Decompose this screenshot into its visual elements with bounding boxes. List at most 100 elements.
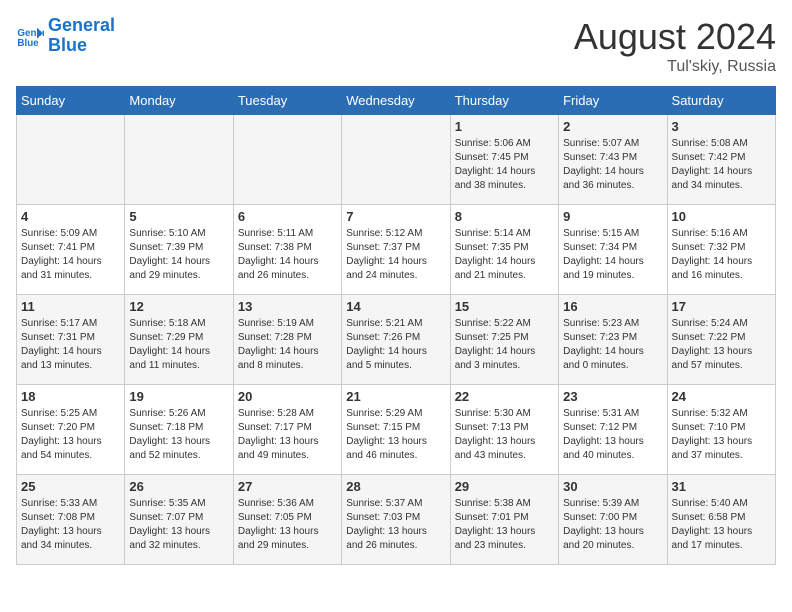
day-number: 2 <box>563 119 662 134</box>
day-cell: 2Sunrise: 5:07 AM Sunset: 7:43 PM Daylig… <box>559 115 667 205</box>
day-cell: 8 Sunrise: 5:14 AM Sunset: 7:35 PM Daylig… <box>450 205 558 295</box>
week-row-0: 1Sunrise: 5:06 AM Sunset: 7:45 PM Daylig… <box>17 115 776 205</box>
day-number: 11 <box>21 299 120 314</box>
svg-text:Blue: Blue <box>17 38 39 49</box>
day-cell: 26Sunrise: 5:35 AM Sunset: 7:07 PM Dayli… <box>125 475 233 565</box>
day-number: 30 <box>563 479 662 494</box>
day-number: 16 <box>563 299 662 314</box>
day-cell <box>233 115 341 205</box>
day-cell: 28Sunrise: 5:37 AM Sunset: 7:03 PM Dayli… <box>342 475 450 565</box>
day-info: Sunrise: 5:23 AM Sunset: 7:23 PM Dayligh… <box>563 317 662 373</box>
day-number: 12 <box>129 299 228 314</box>
day-number: 7 <box>346 209 445 224</box>
day-cell: 10Sunrise: 5:16 AM Sunset: 7:32 PM Dayli… <box>667 205 775 295</box>
day-info: Sunrise: 5:30 AM Sunset: 7:13 PM Dayligh… <box>455 407 554 463</box>
day-number: 25 <box>21 479 120 494</box>
day-cell: 30 Sunrise: 5:39 AM Sunset: 7:00 PM Dayli… <box>559 475 667 565</box>
day-cell: 3 Sunrise: 5:08 AM Sunset: 7:42 PM Daylig… <box>667 115 775 205</box>
day-cell: 23 Sunrise: 5:31 AM Sunset: 7:12 PM Dayli… <box>559 385 667 475</box>
day-number: 29 <box>455 479 554 494</box>
day-cell: 5 Sunrise: 5:10 AM Sunset: 7:39 PM Daylig… <box>125 205 233 295</box>
day-cell <box>342 115 450 205</box>
day-cell: 9 Sunrise: 5:15 AM Sunset: 7:34 PM Daylig… <box>559 205 667 295</box>
day-info: Sunrise: 5:32 AM Sunset: 7:10 PM Dayligh… <box>672 407 771 463</box>
logo-icon: General Blue <box>16 22 44 50</box>
day-number: 26 <box>129 479 228 494</box>
day-cell: 4 Sunrise: 5:09 AM Sunset: 7:41 PM Daylig… <box>17 205 125 295</box>
logo-line1: General <box>48 15 115 35</box>
day-info: Sunrise: 5:36 AM Sunset: 7:05 PM Dayligh… <box>238 497 337 553</box>
day-cell: 24Sunrise: 5:32 AM Sunset: 7:10 PM Dayli… <box>667 385 775 475</box>
day-cell: 27 Sunrise: 5:36 AM Sunset: 7:05 PM Dayli… <box>233 475 341 565</box>
day-number: 13 <box>238 299 337 314</box>
day-number: 31 <box>672 479 771 494</box>
day-number: 28 <box>346 479 445 494</box>
day-number: 3 <box>672 119 771 134</box>
weekday-header-tuesday: Tuesday <box>233 87 341 115</box>
weekday-header-thursday: Thursday <box>450 87 558 115</box>
week-row-1: 4 Sunrise: 5:09 AM Sunset: 7:41 PM Daylig… <box>17 205 776 295</box>
day-info: Sunrise: 5:21 AM Sunset: 7:26 PM Dayligh… <box>346 317 445 373</box>
day-info: Sunrise: 5:38 AM Sunset: 7:01 PM Dayligh… <box>455 497 554 553</box>
page-header: General Blue General Blue August 2024 Tu… <box>16 16 776 76</box>
day-cell: 6Sunrise: 5:11 AM Sunset: 7:38 PM Daylig… <box>233 205 341 295</box>
day-number: 21 <box>346 389 445 404</box>
weekday-header-friday: Friday <box>559 87 667 115</box>
weekday-header-row: SundayMondayTuesdayWednesdayThursdayFrid… <box>17 87 776 115</box>
day-cell: 16 Sunrise: 5:23 AM Sunset: 7:23 PM Dayli… <box>559 295 667 385</box>
day-number: 15 <box>455 299 554 314</box>
day-cell: 20Sunrise: 5:28 AM Sunset: 7:17 PM Dayli… <box>233 385 341 475</box>
day-info: Sunrise: 5:19 AM Sunset: 7:28 PM Dayligh… <box>238 317 337 373</box>
weekday-header-sunday: Sunday <box>17 87 125 115</box>
day-info: Sunrise: 5:24 AM Sunset: 7:22 PM Dayligh… <box>672 317 771 373</box>
day-info: Sunrise: 5:17 AM Sunset: 7:31 PM Dayligh… <box>21 317 120 373</box>
day-info: Sunrise: 5:39 AM Sunset: 7:00 PM Dayligh… <box>563 497 662 553</box>
day-cell: 21Sunrise: 5:29 AM Sunset: 7:15 PM Dayli… <box>342 385 450 475</box>
day-info: Sunrise: 5:40 AM Sunset: 6:58 PM Dayligh… <box>672 497 771 553</box>
day-number: 10 <box>672 209 771 224</box>
day-cell: 25Sunrise: 5:33 AM Sunset: 7:08 PM Dayli… <box>17 475 125 565</box>
day-cell: 15 Sunrise: 5:22 AM Sunset: 7:25 PM Dayli… <box>450 295 558 385</box>
day-cell: 29 Sunrise: 5:38 AM Sunset: 7:01 PM Dayli… <box>450 475 558 565</box>
day-info: Sunrise: 5:10 AM Sunset: 7:39 PM Dayligh… <box>129 227 228 283</box>
day-info: Sunrise: 5:11 AM Sunset: 7:38 PM Dayligh… <box>238 227 337 283</box>
day-number: 22 <box>455 389 554 404</box>
logo: General Blue General Blue <box>16 16 115 56</box>
day-cell: 13 Sunrise: 5:19 AM Sunset: 7:28 PM Dayli… <box>233 295 341 385</box>
day-number: 23 <box>563 389 662 404</box>
day-info: Sunrise: 5:12 AM Sunset: 7:37 PM Dayligh… <box>346 227 445 283</box>
day-info: Sunrise: 5:14 AM Sunset: 7:35 PM Dayligh… <box>455 227 554 283</box>
day-cell: 31 Sunrise: 5:40 AM Sunset: 6:58 PM Dayli… <box>667 475 775 565</box>
day-number: 9 <box>563 209 662 224</box>
day-info: Sunrise: 5:08 AM Sunset: 7:42 PM Dayligh… <box>672 137 771 193</box>
day-info: Sunrise: 5:15 AM Sunset: 7:34 PM Dayligh… <box>563 227 662 283</box>
day-cell: 22 Sunrise: 5:30 AM Sunset: 7:13 PM Dayli… <box>450 385 558 475</box>
weekday-header-monday: Monday <box>125 87 233 115</box>
day-info: Sunrise: 5:25 AM Sunset: 7:20 PM Dayligh… <box>21 407 120 463</box>
month-year: August 2024 <box>574 16 776 58</box>
day-info: Sunrise: 5:18 AM Sunset: 7:29 PM Dayligh… <box>129 317 228 373</box>
calendar-table: SundayMondayTuesdayWednesdayThursdayFrid… <box>16 86 776 565</box>
day-info: Sunrise: 5:22 AM Sunset: 7:25 PM Dayligh… <box>455 317 554 373</box>
day-number: 5 <box>129 209 228 224</box>
day-info: Sunrise: 5:26 AM Sunset: 7:18 PM Dayligh… <box>129 407 228 463</box>
day-cell: 11 Sunrise: 5:17 AM Sunset: 7:31 PM Dayli… <box>17 295 125 385</box>
title-block: August 2024 Tul'skiy, Russia <box>574 16 776 76</box>
day-number: 8 <box>455 209 554 224</box>
day-number: 4 <box>21 209 120 224</box>
day-info: Sunrise: 5:09 AM Sunset: 7:41 PM Dayligh… <box>21 227 120 283</box>
day-cell: 18Sunrise: 5:25 AM Sunset: 7:20 PM Dayli… <box>17 385 125 475</box>
day-number: 17 <box>672 299 771 314</box>
week-row-4: 25Sunrise: 5:33 AM Sunset: 7:08 PM Dayli… <box>17 475 776 565</box>
logo-line2: Blue <box>48 35 87 55</box>
day-number: 20 <box>238 389 337 404</box>
day-number: 27 <box>238 479 337 494</box>
weekday-header-wednesday: Wednesday <box>342 87 450 115</box>
calendar-body: 1Sunrise: 5:06 AM Sunset: 7:45 PM Daylig… <box>17 115 776 565</box>
logo-text: General Blue <box>48 16 115 56</box>
day-info: Sunrise: 5:31 AM Sunset: 7:12 PM Dayligh… <box>563 407 662 463</box>
day-cell <box>125 115 233 205</box>
week-row-2: 11 Sunrise: 5:17 AM Sunset: 7:31 PM Dayli… <box>17 295 776 385</box>
day-cell: 1Sunrise: 5:06 AM Sunset: 7:45 PM Daylig… <box>450 115 558 205</box>
day-number: 19 <box>129 389 228 404</box>
